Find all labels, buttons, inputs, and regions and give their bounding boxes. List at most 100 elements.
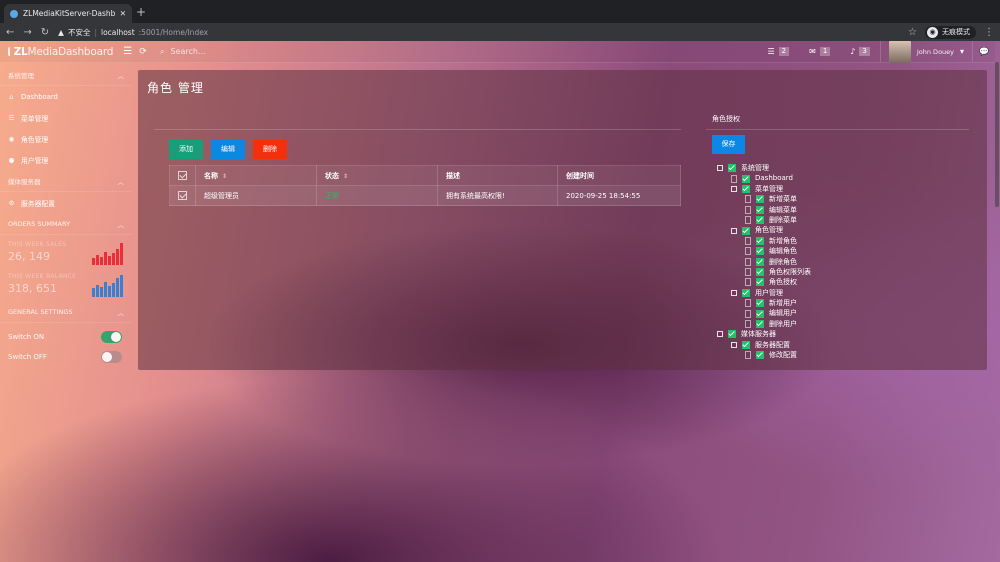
- sort-icon[interactable]: ⇕: [222, 173, 227, 180]
- tree-checkbox[interactable]: [728, 330, 736, 339]
- tree-node-label[interactable]: 系统管理: [741, 163, 769, 173]
- tree-node[interactable]: 新增菜单: [717, 194, 811, 204]
- tree-node-label[interactable]: 删除菜单: [769, 215, 797, 225]
- sidebar-section-media[interactable]: 媒体服务器 ︿: [0, 170, 132, 192]
- tree-node-label[interactable]: Dashboard: [755, 173, 793, 183]
- tree-node[interactable]: 删除角色: [717, 257, 811, 267]
- sort-icon[interactable]: ⇕: [343, 173, 348, 180]
- sidebar-item-role-management[interactable]: ◉ 角色管理: [0, 128, 132, 149]
- tree-checkbox[interactable]: [756, 299, 764, 308]
- select-all-checkbox[interactable]: [178, 171, 187, 180]
- tree-checkbox[interactable]: [756, 205, 764, 214]
- user-menu[interactable]: John Douey ▾: [879, 40, 974, 63]
- row-select-cell[interactable]: [169, 185, 196, 206]
- delete-button[interactable]: 删除: [253, 140, 287, 159]
- sidebar-section-system[interactable]: 系统管理 ︿: [0, 64, 132, 86]
- tree-node-label[interactable]: 编辑角色: [769, 246, 797, 256]
- tree-checkbox[interactable]: [756, 309, 764, 318]
- tree-node-label[interactable]: 新增菜单: [769, 194, 797, 204]
- tree-node-label[interactable]: 编辑用户: [769, 308, 797, 318]
- tree-checkbox[interactable]: [756, 195, 764, 204]
- tree-node-label[interactable]: 角色授权: [769, 277, 797, 287]
- tree-checkbox[interactable]: [742, 226, 750, 235]
- column-header-name[interactable]: 名称 ⇕: [195, 165, 317, 186]
- tree-node[interactable]: 用户管理: [717, 288, 811, 298]
- tree-node-label[interactable]: 菜单管理: [755, 184, 783, 194]
- tree-checkbox[interactable]: [756, 278, 764, 287]
- save-button[interactable]: 保存: [712, 135, 745, 154]
- tree-node-label[interactable]: 服务器配置: [755, 340, 790, 350]
- chevron-up-icon[interactable]: ︿: [118, 219, 125, 229]
- tree-node-label[interactable]: 新增用户: [769, 298, 797, 308]
- tree-node[interactable]: 修改配置: [717, 350, 811, 360]
- tree-node[interactable]: 角色权限列表: [717, 267, 811, 277]
- switch-off-toggle[interactable]: [101, 351, 122, 363]
- chevron-up-icon[interactable]: ︿: [118, 307, 125, 317]
- tree-node[interactable]: 编辑用户: [717, 308, 811, 318]
- browser-tab[interactable]: ZLMediaKitServer-Dashboard ✕: [4, 4, 132, 23]
- tree-node-label[interactable]: 角色权限列表: [769, 267, 811, 277]
- sidebar-item-menu-management[interactable]: ☰ 菜单管理: [0, 107, 132, 128]
- tree-checkbox[interactable]: [756, 247, 764, 256]
- new-tab-icon[interactable]: +: [136, 5, 146, 19]
- tree-node[interactable]: 编辑角色: [717, 246, 811, 256]
- tree-node-label[interactable]: 媒体服务器: [741, 329, 776, 339]
- tree-checkbox[interactable]: [756, 320, 764, 329]
- tree-checkbox[interactable]: [742, 174, 750, 183]
- tree-node[interactable]: 编辑菜单: [717, 205, 811, 215]
- refresh-icon[interactable]: ⟳: [132, 47, 154, 57]
- tree-checkbox[interactable]: [756, 216, 764, 225]
- tree-node-label[interactable]: 角色管理: [755, 225, 783, 235]
- collapse-icon[interactable]: [731, 227, 737, 234]
- messages-button[interactable]: ✉ 1: [799, 41, 840, 62]
- incognito-badge[interactable]: ◉ 无痕模式: [925, 25, 976, 39]
- sidebar-section-orders[interactable]: ORDERS SUMMARY ︿: [0, 213, 132, 235]
- forward-icon[interactable]: →: [23, 27, 31, 38]
- tree-node-label[interactable]: 删除角色: [769, 257, 797, 267]
- tree-checkbox[interactable]: [728, 164, 736, 173]
- tasks-button[interactable]: ☰ 2: [757, 41, 799, 62]
- address-bar[interactable]: ▲ 不安全 | localhost:5001/Home/Index: [58, 27, 208, 38]
- collapse-icon[interactable]: [731, 341, 737, 348]
- tree-checkbox[interactable]: [742, 340, 750, 349]
- back-icon[interactable]: ←: [6, 27, 14, 38]
- tree-node[interactable]: 角色授权: [717, 277, 811, 287]
- chevron-up-icon[interactable]: ︿: [118, 70, 125, 80]
- sidebar-section-settings[interactable]: GENERAL SETTINGS ︿: [0, 301, 132, 323]
- tree-node-label[interactable]: 修改配置: [769, 350, 797, 360]
- hamburger-icon[interactable]: ☰: [123, 46, 132, 57]
- tree-checkbox[interactable]: [756, 257, 764, 266]
- tree-node[interactable]: 媒体服务器: [717, 329, 811, 339]
- search-box[interactable]: ⌕ Search...: [154, 47, 274, 57]
- chat-icon[interactable]: 💬: [973, 47, 995, 56]
- tree-node[interactable]: 删除菜单: [717, 215, 811, 225]
- tree-node-label[interactable]: 删除用户: [769, 319, 797, 329]
- edit-button[interactable]: 编辑: [211, 140, 245, 159]
- tree-node[interactable]: 新增角色: [717, 236, 811, 246]
- tree-node[interactable]: 菜单管理: [717, 184, 811, 194]
- notifications-button[interactable]: ♪ 3: [840, 41, 880, 62]
- select-all-cell[interactable]: [169, 165, 196, 186]
- tree-node[interactable]: 服务器配置: [717, 340, 811, 350]
- close-tab-icon[interactable]: ✕: [120, 9, 126, 18]
- search-input[interactable]: Search...: [170, 47, 205, 56]
- tree-node[interactable]: 新增用户: [717, 298, 811, 308]
- tree-checkbox[interactable]: [742, 184, 750, 193]
- sidebar-item-dashboard[interactable]: ⌂ Dashboard: [0, 86, 132, 107]
- reload-icon[interactable]: ↻: [41, 27, 49, 38]
- add-button[interactable]: 添加: [169, 140, 203, 159]
- bookmark-star-icon[interactable]: ☆: [908, 27, 917, 38]
- collapse-icon[interactable]: [717, 165, 723, 172]
- tree-checkbox[interactable]: [756, 236, 764, 245]
- table-row[interactable]: 超级管理员 正常 拥有系统最高权限! 2020-09-25 18:54:55: [169, 185, 681, 206]
- switch-on-toggle[interactable]: [101, 331, 122, 343]
- row-checkbox[interactable]: [178, 191, 187, 200]
- tree-node-label[interactable]: 新增角色: [769, 236, 797, 246]
- sidebar-item-server-config[interactable]: ⚙ 服务器配置: [0, 192, 132, 213]
- page-scrollbar[interactable]: [995, 62, 999, 207]
- column-header-status[interactable]: 状态 ⇕: [316, 165, 438, 186]
- tree-node[interactable]: Dashboard: [717, 173, 811, 183]
- tree-checkbox[interactable]: [756, 351, 764, 360]
- tree-node[interactable]: 系统管理: [717, 163, 811, 173]
- more-menu-icon[interactable]: ⋮: [984, 27, 994, 38]
